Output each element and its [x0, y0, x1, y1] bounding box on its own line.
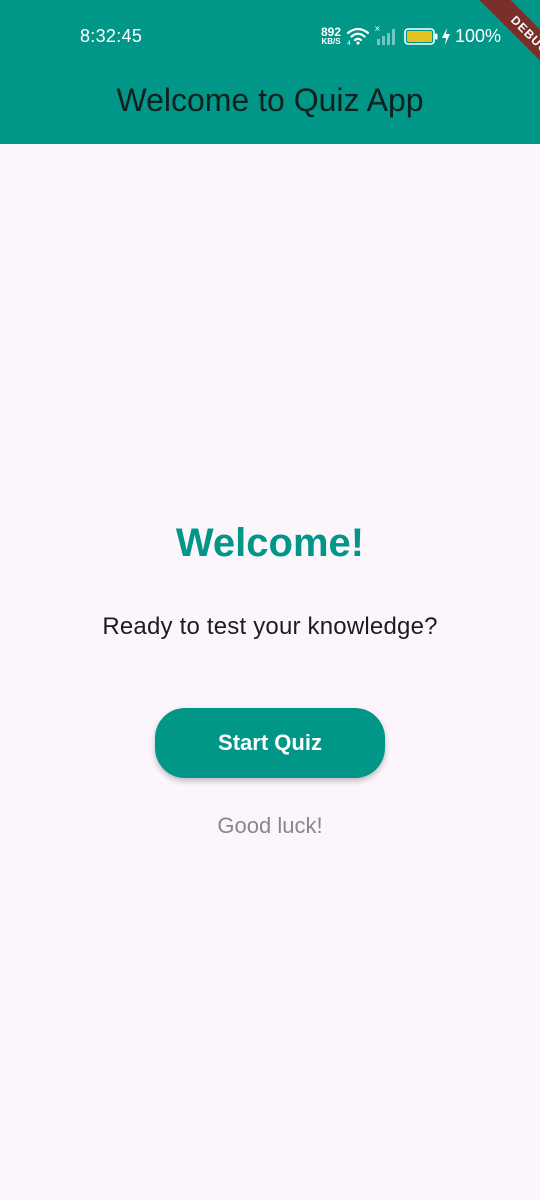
welcome-subtitle: Ready to test your knowledge?: [102, 613, 438, 640]
status-time: 8:32:45: [80, 26, 143, 46]
battery-icon: [404, 28, 438, 45]
network-speed-indicator: 892 KB/S: [318, 26, 344, 46]
app-bar: 8:32:45 892 KB/S 4 × 100% Welcome to Qui…: [0, 0, 540, 144]
status-bar: 8:32:45 892 KB/S 4 × 100%: [0, 0, 540, 72]
welcome-heading: Welcome!: [175, 521, 365, 565]
network-speed-unit: KB/S: [321, 37, 341, 46]
svg-text:4: 4: [347, 40, 351, 46]
welcome-content: Welcome! Ready to test your knowledge? S…: [0, 500, 540, 840]
start-quiz-button[interactable]: Start Quiz: [155, 708, 385, 778]
svg-text:×: ×: [374, 24, 381, 33]
charge-icon: [442, 28, 450, 45]
battery-percent: 100%: [455, 26, 502, 46]
good-luck-text: Good luck!: [217, 813, 323, 838]
wifi-icon: 4: [346, 27, 370, 46]
signal-icon: ×: [374, 24, 395, 45]
app-bar-title: Welcome to Quiz App: [116, 82, 424, 118]
